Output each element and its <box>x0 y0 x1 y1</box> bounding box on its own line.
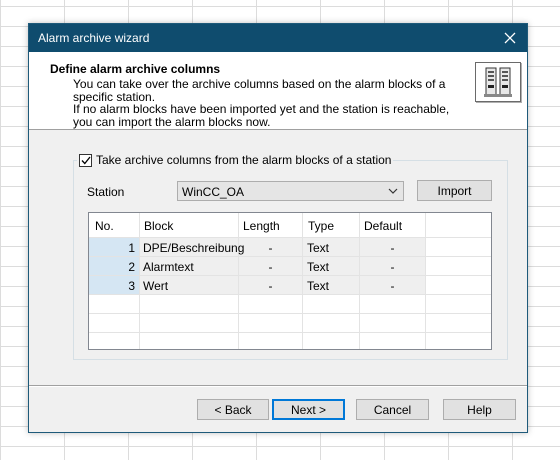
alarm-archive-wizard-dialog: Alarm archive wizard Define alarm archiv… <box>28 23 528 433</box>
description-line-1: You can take over the archive columns ba… <box>73 77 446 104</box>
station-select[interactable]: WinCC_OA <box>177 181 404 201</box>
column-header-no[interactable]: No. <box>95 219 114 233</box>
take-columns-checkbox[interactable] <box>79 153 92 167</box>
cell-block: DPE/Beschreibung <box>143 241 245 255</box>
back-button[interactable]: < Back <box>197 399 269 420</box>
grid-line <box>139 213 140 349</box>
cell-default: - <box>390 279 395 293</box>
window-title: Alarm archive wizard <box>38 31 150 45</box>
column-header-block[interactable]: Block <box>144 219 173 233</box>
chevron-down-icon <box>388 188 398 194</box>
grid-line <box>89 275 491 276</box>
next-button[interactable]: Next > <box>272 399 345 420</box>
cancel-button[interactable]: Cancel <box>356 399 429 420</box>
grid-line <box>89 256 491 257</box>
archive-icon <box>475 62 521 102</box>
help-button[interactable]: Help <box>443 399 516 420</box>
grid-line <box>89 237 491 238</box>
cell-no: 3 <box>128 279 135 293</box>
grid-line <box>89 294 491 295</box>
station-label: Station <box>87 185 125 199</box>
take-columns-option[interactable]: Take archive columns from the alarm bloc… <box>77 152 394 168</box>
grid-line <box>89 332 491 333</box>
footer-divider-highlight <box>29 386 527 387</box>
cell-type: Text <box>307 260 330 274</box>
cell-no: 2 <box>128 260 135 274</box>
wizard-header: Define alarm archive columns You can tak… <box>29 52 527 130</box>
column-header-length[interactable]: Length <box>243 219 280 233</box>
cell-length: - <box>268 279 273 293</box>
page-title: Define alarm archive columns <box>50 62 221 76</box>
title-bar[interactable]: Alarm archive wizard <box>29 24 527 52</box>
close-icon <box>504 32 516 44</box>
close-button[interactable] <box>493 24 527 52</box>
cell-length: - <box>268 260 273 274</box>
cell-length: - <box>268 241 273 255</box>
column-header-type[interactable]: Type <box>308 219 334 233</box>
description-line-2: If no alarm blocks have been imported ye… <box>73 102 450 129</box>
import-button[interactable]: Import <box>417 180 492 201</box>
grid-line <box>89 313 491 314</box>
cell-type: Text <box>307 241 330 255</box>
cell-no: 1 <box>128 241 135 255</box>
grid-line <box>425 213 426 349</box>
cell-block: Wert <box>143 279 169 293</box>
cell-default: - <box>390 241 395 255</box>
column-header-default[interactable]: Default <box>364 219 402 233</box>
grid-line <box>302 213 303 349</box>
station-select-value: WinCC_OA <box>182 185 245 199</box>
cell-block: Alarmtext <box>143 260 194 274</box>
checkmark-icon <box>81 156 91 164</box>
page-description: You can take over the archive columns ba… <box>73 78 463 128</box>
archive-columns-table[interactable]: No. Block Length Type Default 1 DPE/Besc… <box>88 212 492 350</box>
cell-default: - <box>390 260 395 274</box>
cell-type: Text <box>307 279 330 293</box>
take-columns-label: Take archive columns from the alarm bloc… <box>96 153 392 167</box>
